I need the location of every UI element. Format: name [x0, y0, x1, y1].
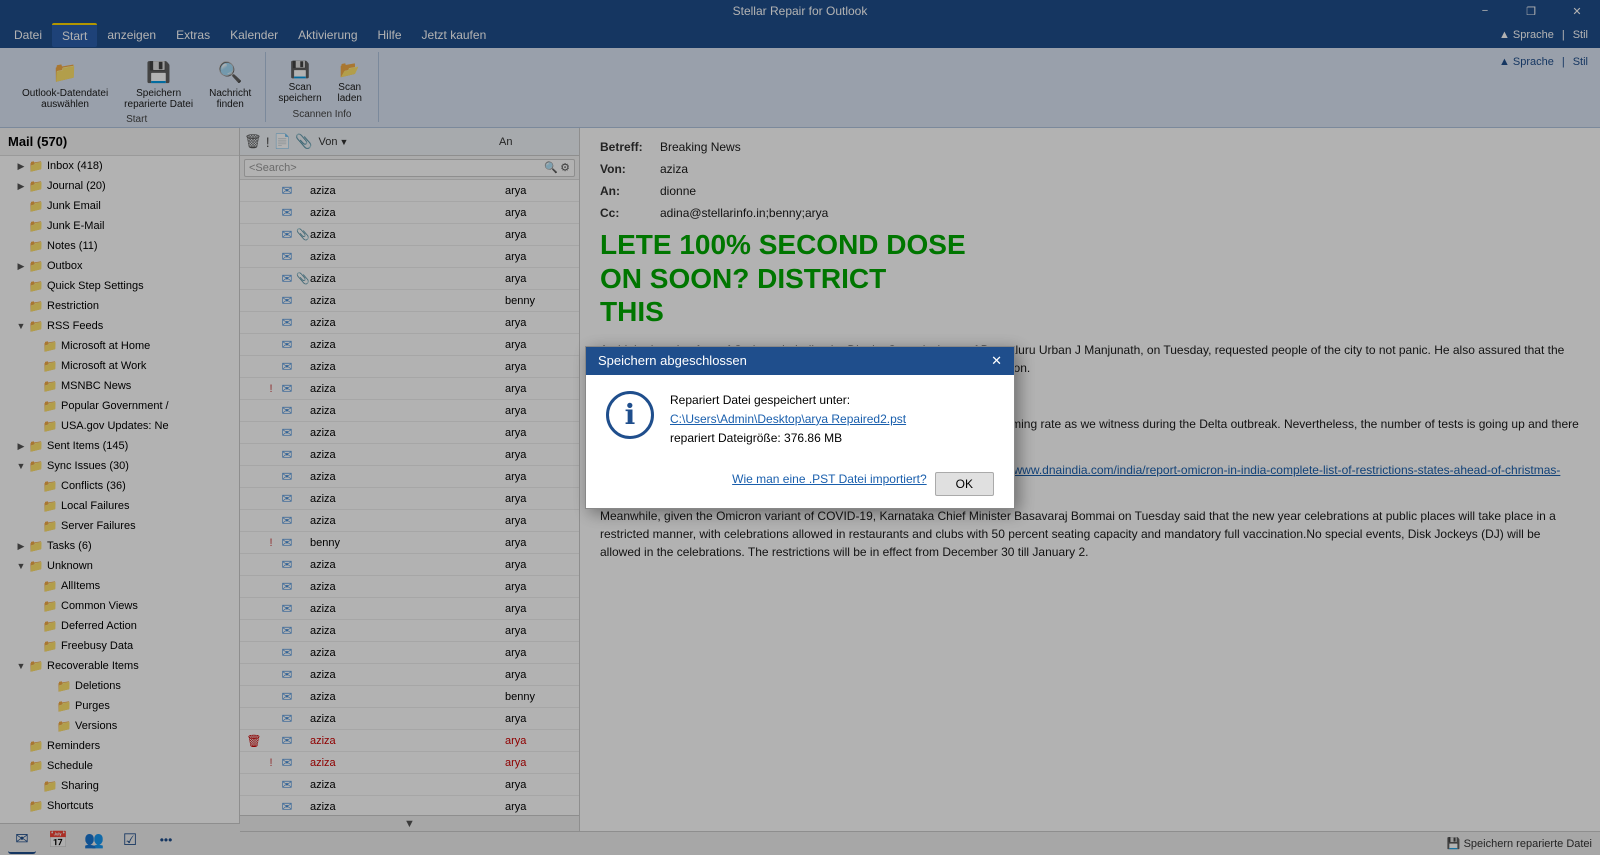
dialog-body: ℹ Repariert Datei gespeichert unter: C:\… — [586, 375, 1014, 465]
dialog-info-icon: ℹ — [606, 391, 654, 439]
dialog-close-icon[interactable]: ✕ — [991, 353, 1002, 369]
save-complete-dialog: Speichern abgeschlossen ✕ ℹ Repariert Da… — [585, 346, 1015, 510]
dialog-title-bar: Speichern abgeschlossen ✕ — [586, 347, 1014, 375]
dialog-message: Repariert Datei gespeichert unter: — [670, 391, 994, 410]
dialog-title-text: Speichern abgeschlossen — [598, 353, 747, 368]
dialog-size: repariert Dateigröße: 376.86 MB — [670, 429, 994, 448]
dialog-ok-button[interactable]: OK — [935, 472, 994, 496]
dialog-footer: Wie man eine .PST Datei importiert? OK — [586, 464, 1014, 508]
dialog-content: Repariert Datei gespeichert unter: C:\Us… — [670, 391, 994, 449]
dialog-path-link[interactable]: C:\Users\Admin\Desktop\arya Repaired2.ps… — [670, 412, 906, 426]
dialog-overlay: Speichern abgeschlossen ✕ ℹ Repariert Da… — [0, 0, 1600, 855]
import-pst-link[interactable]: Wie man eine .PST Datei importiert? — [732, 472, 927, 496]
